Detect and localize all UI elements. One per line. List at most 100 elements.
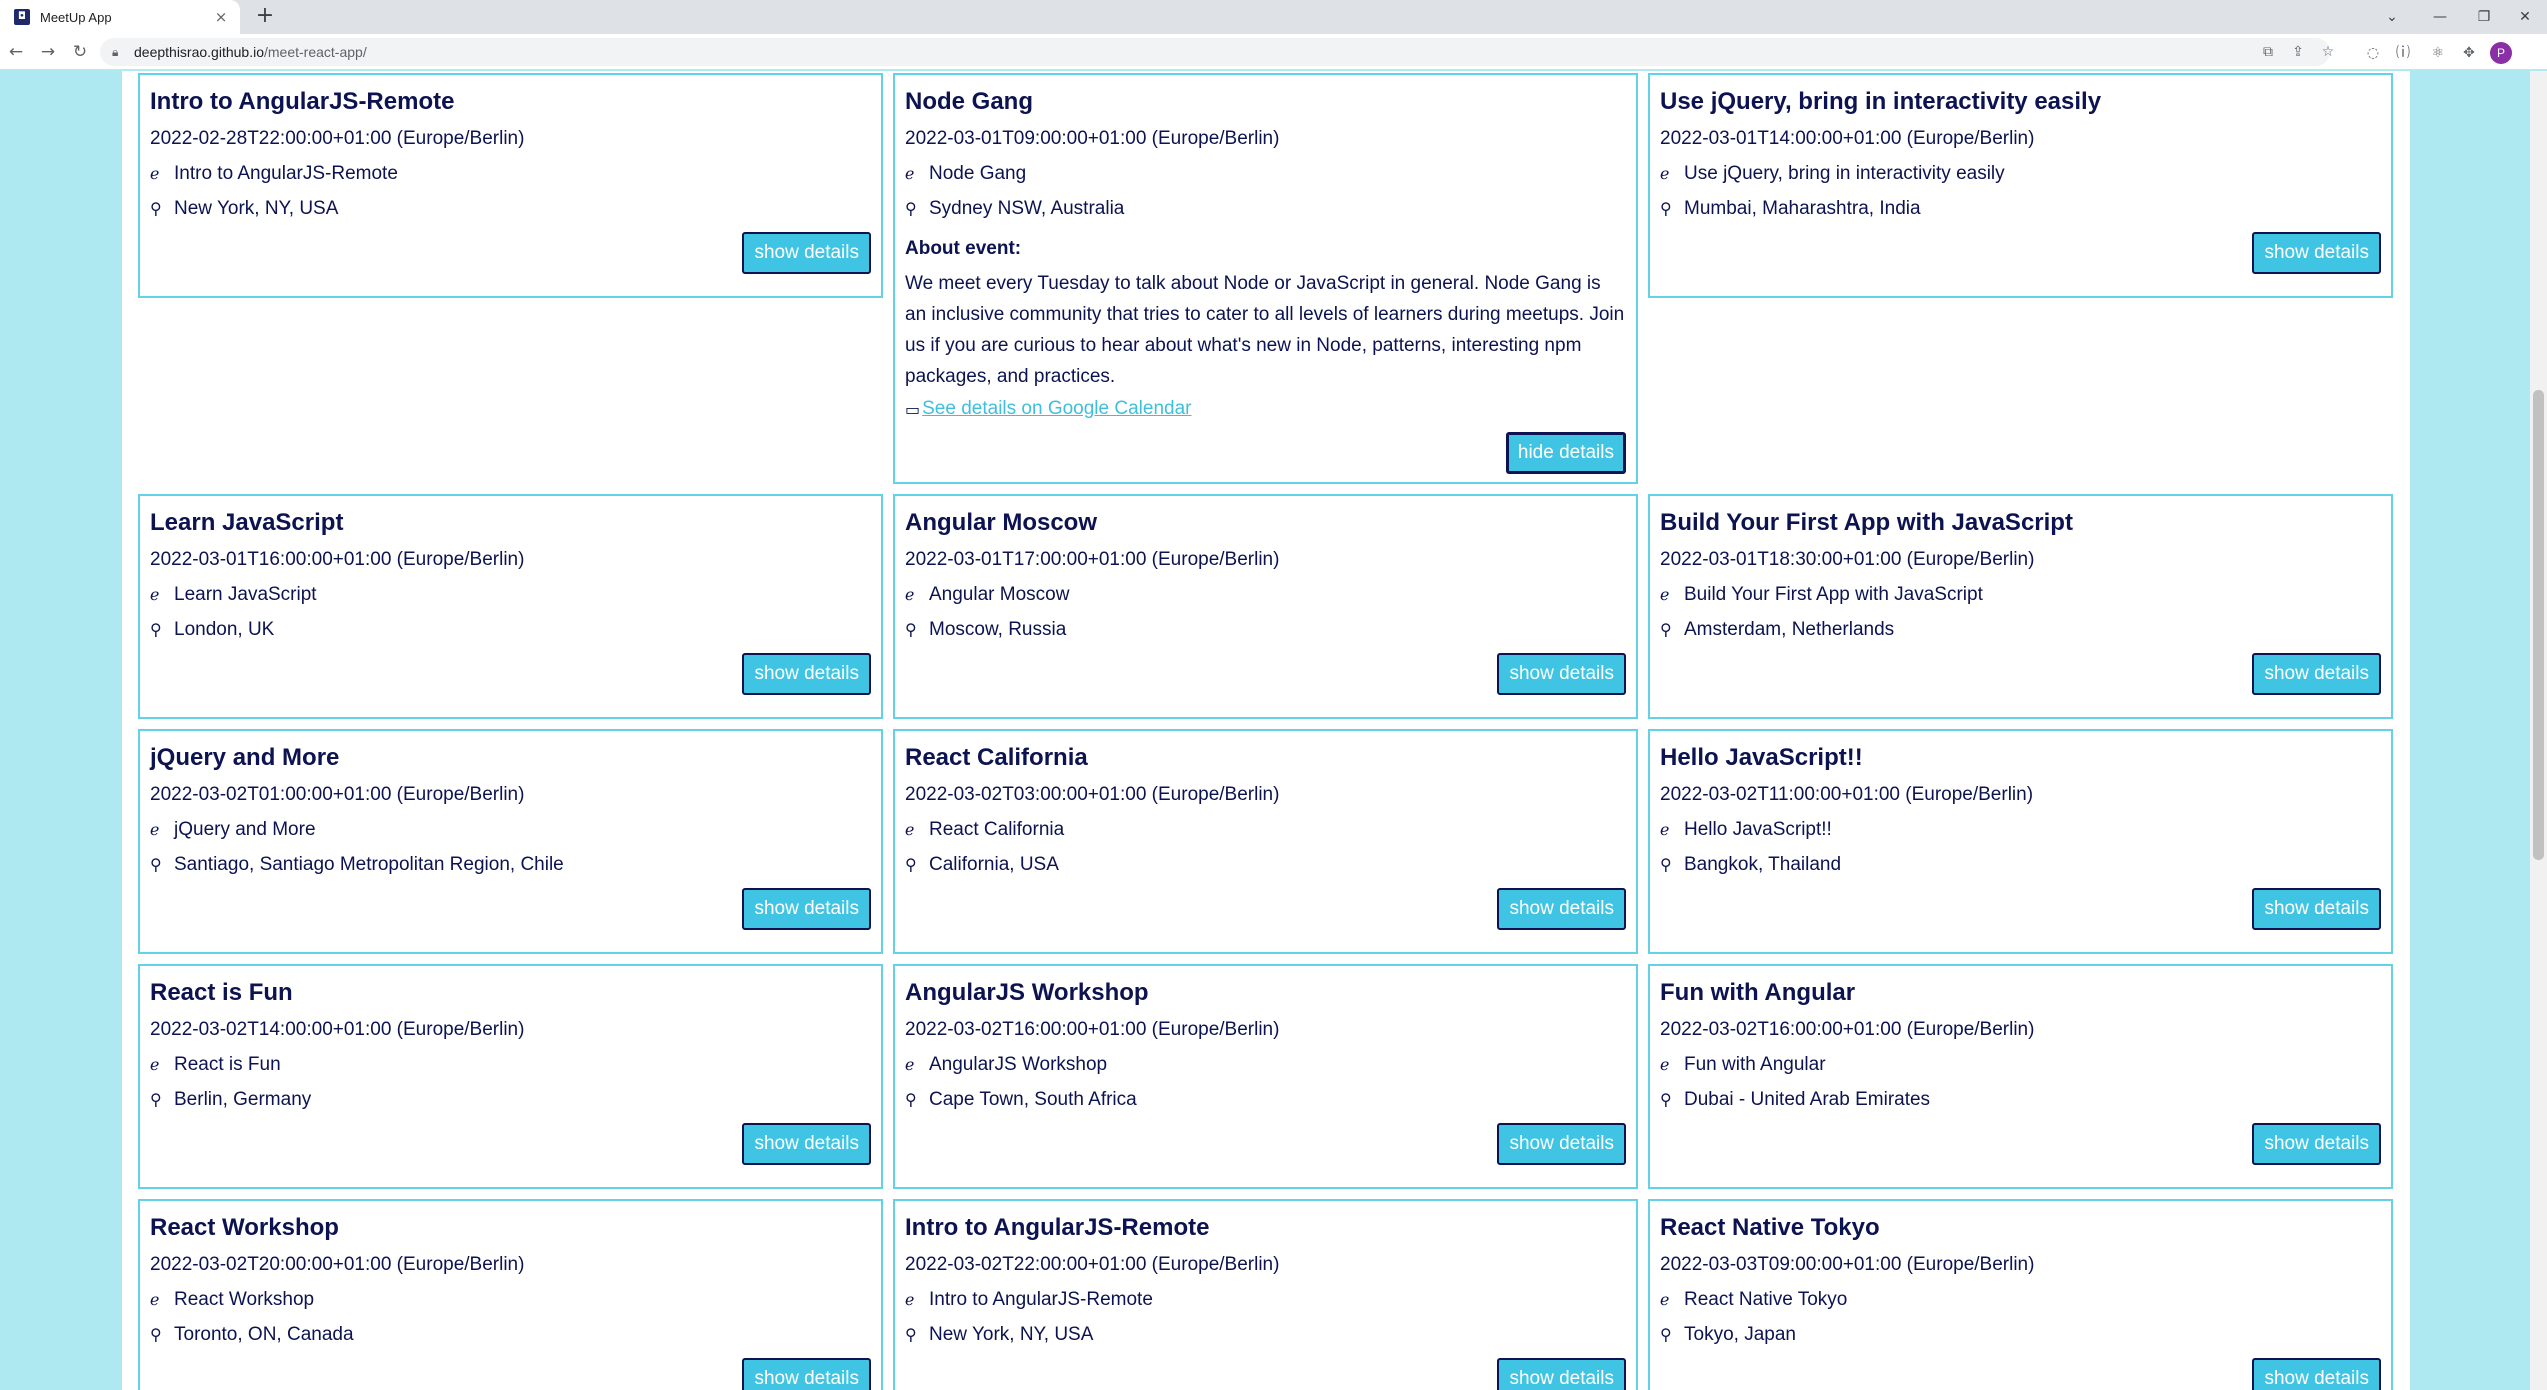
location-pin-icon: ⚲ <box>150 1090 162 1109</box>
extension-loader-icon[interactable]: ◌ <box>2362 42 2384 64</box>
bookmark-star-icon[interactable]: ☆ <box>2316 42 2340 62</box>
toggle-details-button[interactable]: show details <box>2252 232 2381 274</box>
event-summary: Node Gang <box>929 163 1027 184</box>
button-row: show details <box>150 1123 871 1165</box>
event-summary: Intro to AngularJS-Remote <box>929 1289 1153 1310</box>
toggle-details-button[interactable]: show details <box>1497 888 1626 930</box>
event-location: Santiago, Santiago Metropolitan Region, … <box>174 854 564 875</box>
event-location: Mumbai, Maharashtra, India <box>1684 198 1921 219</box>
location-pin-icon: ⚲ <box>1660 855 1672 874</box>
event-card: Node Gang 2022-03-01T09:00:00+01:00 (Eur… <box>893 73 1638 484</box>
back-arrow-icon[interactable]: ← <box>4 40 28 64</box>
url-path: /meet-react-app/ <box>264 44 367 60</box>
browser-tab-strip: ◘ MeetUp App × + ⌄ — ❐ ✕ <box>0 0 2547 34</box>
event-datetime: 2022-03-01T09:00:00+01:00 (Europe/Berlin… <box>905 128 1280 149</box>
location-pin-icon: ⚲ <box>905 1090 917 1109</box>
event-summary: Use jQuery, bring in interactivity easil… <box>1684 163 2005 184</box>
location-pin-icon: ⚲ <box>905 1325 917 1344</box>
new-tab-button[interactable]: + <box>252 4 278 30</box>
tab-search-icon[interactable]: ⌄ <box>2370 4 2414 30</box>
lock-icon: 🔒︎ <box>112 44 119 59</box>
toggle-details-button[interactable]: show details <box>742 888 871 930</box>
button-row: show details <box>1660 232 2381 274</box>
window-close-button[interactable]: ✕ <box>2503 4 2547 30</box>
button-row: show details <box>905 653 1626 695</box>
share-icon[interactable]: ⇪ <box>2286 42 2310 62</box>
event-location: Dubai - United Arab Emirates <box>1684 1089 1931 1110</box>
extension-code-icon[interactable]: ⒤ <box>2392 42 2414 64</box>
event-summary-row: ℯ Learn JavaScript <box>150 584 871 606</box>
about-event-heading: About event: <box>905 238 1022 259</box>
event-title: Angular Moscow <box>905 509 1098 536</box>
toggle-details-button[interactable]: show details <box>1497 653 1626 695</box>
event-icon: ℯ <box>905 1055 915 1074</box>
location-pin-icon: ⚲ <box>1660 1325 1672 1344</box>
location-pin-icon: ⚲ <box>150 620 162 639</box>
toggle-details-button[interactable]: show details <box>2252 1123 2381 1165</box>
event-icon: ℯ <box>1660 1290 1670 1309</box>
browser-tab[interactable]: ◘ MeetUp App × <box>0 0 240 34</box>
forward-arrow-icon[interactable]: → <box>36 40 60 64</box>
calendar-icon: ▭ <box>905 399 921 419</box>
event-datetime: 2022-03-02T11:00:00+01:00 (Europe/Berlin… <box>1660 784 2034 805</box>
tab-close-icon[interactable]: × <box>210 8 232 26</box>
reload-icon[interactable]: ↻ <box>68 40 92 64</box>
location-pin-icon: ⚲ <box>905 199 917 218</box>
event-summary-row: ℯ React is Fun <box>150 1054 871 1076</box>
event-icon: ℯ <box>150 1290 160 1309</box>
toggle-details-button[interactable]: show details <box>2252 888 2381 930</box>
events-container: Intro to AngularJS-Remote 2022-02-28T22:… <box>122 71 2410 1390</box>
toggle-details-button[interactable]: show details <box>2252 1358 2381 1390</box>
event-location-row: ⚲ California, USA <box>905 854 1626 876</box>
scrollbar-thumb[interactable] <box>2533 390 2544 860</box>
event-location: California, USA <box>929 854 1059 875</box>
minimize-button[interactable]: — <box>2418 4 2462 30</box>
event-icon: ℯ <box>150 164 160 183</box>
event-datetime: 2022-03-02T01:00:00+01:00 (Europe/Berlin… <box>150 784 525 805</box>
event-icon: ℯ <box>150 820 160 839</box>
event-summary-row: ℯ React Workshop <box>150 1289 871 1311</box>
event-title: Use jQuery, bring in interactivity easil… <box>1660 88 2102 115</box>
event-location-row: ⚲ Moscow, Russia <box>905 619 1626 641</box>
toggle-details-button[interactable]: show details <box>742 1123 871 1165</box>
open-in-app-icon[interactable]: ⧉ <box>2256 42 2280 62</box>
button-row: show details <box>150 653 871 695</box>
google-calendar-link[interactable]: See details on Google Calendar <box>922 398 1191 420</box>
event-location-row: ⚲ Sydney NSW, Australia <box>905 198 1626 220</box>
url-host: deepthisrao.github.io <box>134 44 264 60</box>
extensions-puzzle-icon[interactable]: ✥ <box>2458 42 2480 64</box>
profile-avatar[interactable]: P <box>2490 42 2512 64</box>
toggle-details-button[interactable]: show details <box>742 232 871 274</box>
event-location-row: ⚲ London, UK <box>150 619 871 641</box>
event-datetime: 2022-03-02T22:00:00+01:00 (Europe/Berlin… <box>905 1254 1280 1275</box>
event-location-row: ⚲ Tokyo, Japan <box>1660 1324 2381 1346</box>
event-summary-row: ℯ Build Your First App with JavaScript <box>1660 584 2381 606</box>
event-location-row: ⚲ Mumbai, Maharashtra, India <box>1660 198 2381 220</box>
toggle-details-button[interactable]: show details <box>1497 1123 1626 1165</box>
event-location: Cape Town, South Africa <box>929 1089 1137 1110</box>
restore-button[interactable]: ❐ <box>2462 4 2506 30</box>
event-datetime: 2022-03-02T16:00:00+01:00 (Europe/Berlin… <box>905 1019 1280 1040</box>
event-title: React California <box>905 744 1088 771</box>
event-title: React is Fun <box>150 979 293 1006</box>
button-row: hide details <box>905 432 1626 474</box>
event-card: Angular Moscow 2022-03-01T17:00:00+01:00… <box>893 494 1638 719</box>
event-summary: React Workshop <box>174 1289 315 1310</box>
event-datetime: 2022-02-28T22:00:00+01:00 (Europe/Berlin… <box>150 128 525 149</box>
toggle-details-button[interactable]: show details <box>2252 653 2381 695</box>
event-card: React California 2022-03-02T03:00:00+01:… <box>893 729 1638 954</box>
event-summary: Build Your First App with JavaScript <box>1684 584 1983 605</box>
event-summary: React is Fun <box>174 1054 281 1075</box>
button-row: show details <box>905 1123 1626 1165</box>
event-location: Sydney NSW, Australia <box>929 198 1125 219</box>
toggle-details-button[interactable]: show details <box>742 653 871 695</box>
toggle-details-button[interactable]: show details <box>1497 1358 1626 1390</box>
extension-react-icon[interactable]: ⚛ <box>2427 42 2449 64</box>
address-bar[interactable]: 🔒︎ deepthisrao.github.io/meet-react-app/… <box>100 38 2334 66</box>
toggle-details-button[interactable]: show details <box>742 1358 871 1390</box>
toggle-details-button[interactable]: hide details <box>1505 432 1626 474</box>
event-datetime: 2022-03-02T03:00:00+01:00 (Europe/Berlin… <box>905 784 1280 805</box>
location-pin-icon: ⚲ <box>1660 199 1672 218</box>
event-icon: ℯ <box>905 1290 915 1309</box>
event-summary-row: ℯ Fun with Angular <box>1660 1054 2381 1076</box>
